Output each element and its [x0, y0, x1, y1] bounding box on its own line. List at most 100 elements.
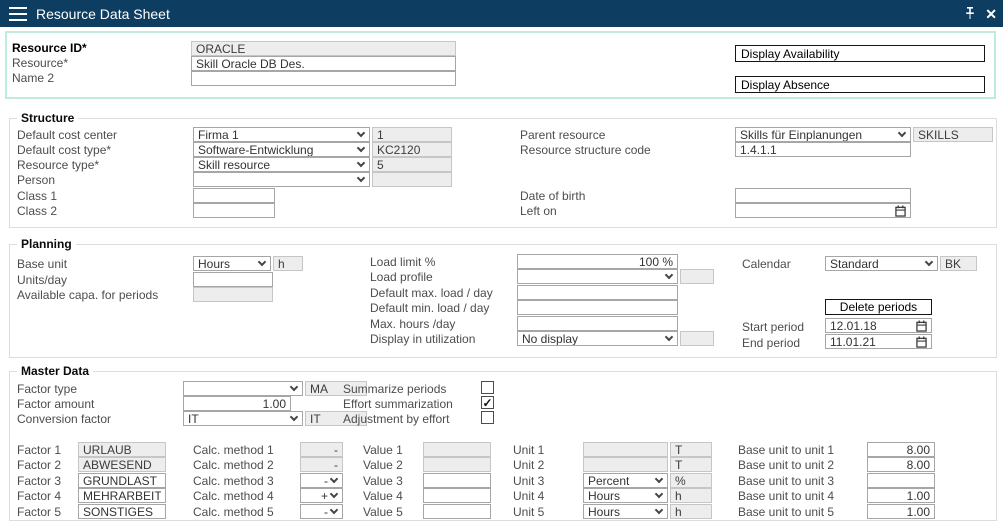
value5-field[interactable]: [423, 504, 491, 519]
check-icon: ✓: [482, 397, 492, 409]
unit5-select[interactable]: Hours: [583, 504, 668, 519]
resource-structure-code-field[interactable]: 1.4.1.1: [735, 142, 911, 157]
calendar-icon[interactable]: [895, 205, 906, 217]
summarize-periods-label: Summarize periods: [343, 382, 446, 396]
base-unit-to-unit2-field[interactable]: 8.00: [867, 457, 935, 472]
base-unit-to-unit1-field[interactable]: 8.00: [867, 442, 935, 457]
resource-type-label: Resource type*: [17, 158, 99, 172]
person-code: [372, 172, 452, 187]
effort-summarization-label: Effort summarization: [343, 397, 453, 411]
chevron-down-icon: [655, 506, 663, 514]
chevron-down-icon: [330, 490, 338, 498]
class2-label: Class 2: [17, 204, 57, 218]
load-profile-select[interactable]: [517, 269, 678, 284]
pushpin-icon[interactable]: [963, 6, 977, 21]
unit2-label: Unit 2: [513, 458, 544, 472]
planning-legend: Planning: [17, 237, 76, 251]
load-limit-label: Load limit %: [370, 255, 435, 269]
calendar-icon[interactable]: [916, 320, 927, 332]
base-unit-to-unit3-field[interactable]: [867, 473, 935, 488]
name2-field[interactable]: [191, 71, 456, 86]
factor5-name-field[interactable]: SONSTIGES: [78, 504, 166, 519]
chevron-down-icon: [655, 475, 663, 483]
end-period-field[interactable]: 11.01.21: [825, 334, 932, 349]
parent-resource-label: Parent resource: [520, 128, 605, 142]
resource-name-field[interactable]: Skill Oracle DB Des.: [191, 56, 456, 71]
calendar-select[interactable]: Standard: [825, 256, 938, 271]
conversion-factor-select[interactable]: IT: [183, 411, 303, 426]
base-unit-to-unit4-field[interactable]: 1.00: [867, 488, 935, 503]
max-hours-field[interactable]: [517, 316, 678, 331]
base-unit-to-unit2-label: Base unit to unit 2: [738, 458, 834, 472]
default-cost-center-code: 1: [372, 127, 452, 142]
effort-summarization-checkbox[interactable]: ✓: [481, 396, 494, 409]
base-unit-label: Base unit: [17, 257, 67, 271]
display-in-utilization-select[interactable]: No display: [517, 331, 678, 346]
calc-method2-field: -: [300, 457, 343, 472]
adjustment-by-effort-checkbox[interactable]: [481, 411, 494, 424]
chevron-down-icon: [290, 383, 298, 391]
base-unit-to-unit1-label: Base unit to unit 1: [738, 443, 834, 457]
unit2-code: T: [670, 457, 712, 472]
summarize-periods-checkbox[interactable]: [481, 381, 494, 394]
unit4-select[interactable]: Hours: [583, 488, 668, 503]
calendar-icon[interactable]: [916, 336, 927, 348]
menu-icon[interactable]: [9, 7, 27, 21]
date-of-birth-field[interactable]: [735, 188, 911, 203]
base-unit-to-unit5-label: Base unit to unit 5: [738, 505, 834, 519]
factor-type-select[interactable]: [183, 381, 303, 396]
factor3-name-field[interactable]: GRUNDLAST: [78, 473, 166, 488]
default-cost-type-select[interactable]: Software-Entwicklung: [193, 142, 370, 157]
display-absence-button[interactable]: Display Absence: [735, 76, 985, 93]
unit3-select[interactable]: Percent: [583, 473, 668, 488]
title-bar: Resource Data Sheet ✕: [0, 0, 1003, 27]
start-period-field[interactable]: 12.01.18: [825, 318, 932, 333]
chevron-down-icon: [925, 258, 933, 266]
chevron-down-icon: [357, 174, 365, 182]
parent-resource-select[interactable]: Skills für Einplanungen: [735, 127, 911, 142]
calc-method3-select[interactable]: -: [300, 473, 343, 488]
base-unit-to-unit5-field[interactable]: 1.00: [867, 504, 935, 519]
parent-resource-code: SKILLS: [913, 127, 993, 142]
unit1-code: T: [670, 442, 712, 457]
close-icon[interactable]: ✕: [985, 7, 997, 21]
master-data-legend: Master Data: [17, 364, 93, 378]
left-on-field[interactable]: [735, 203, 911, 218]
value4-field[interactable]: [423, 488, 491, 503]
display-in-utilization-code: [680, 331, 714, 346]
calc-method1-field: -: [300, 442, 343, 457]
default-min-load-field[interactable]: [517, 300, 678, 315]
calc-method5-select[interactable]: -: [300, 504, 343, 519]
display-availability-button[interactable]: Display Availability: [735, 45, 985, 62]
value1-field: [423, 442, 491, 457]
value3-field[interactable]: [423, 473, 491, 488]
unit5-code: h: [670, 504, 712, 519]
value5-label: Value 5: [363, 505, 403, 519]
class1-field[interactable]: [193, 188, 275, 203]
value2-field: [423, 457, 491, 472]
base-unit-select[interactable]: Hours: [193, 256, 271, 271]
chevron-down-icon: [357, 129, 365, 137]
load-limit-field[interactable]: 100 %: [517, 254, 678, 269]
default-cost-center-select[interactable]: Firma 1: [193, 127, 370, 142]
value2-label: Value 2: [363, 458, 403, 472]
default-max-load-field[interactable]: [517, 285, 678, 300]
class2-field[interactable]: [193, 203, 275, 218]
factor1-label: Factor 1: [17, 443, 61, 457]
units-day-field[interactable]: [193, 272, 273, 287]
chevron-down-icon: [357, 159, 365, 167]
calc-method2-label: Calc. method 2: [193, 458, 274, 472]
chevron-down-icon: [655, 490, 663, 498]
factor4-name-field[interactable]: MEHRARBEIT: [78, 488, 166, 503]
person-select[interactable]: [193, 172, 370, 187]
chevron-down-icon: [357, 144, 365, 152]
load-profile-code: [680, 269, 714, 284]
base-unit-to-unit4-label: Base unit to unit 4: [738, 489, 834, 503]
default-max-load-label: Default max. load / day: [370, 286, 493, 300]
resource-type-select[interactable]: Skill resource: [193, 157, 370, 172]
factor-amount-field[interactable]: 1.00: [183, 396, 291, 411]
delete-periods-button[interactable]: Delete periods: [825, 299, 932, 315]
units-day-label: Units/day: [17, 273, 67, 287]
factor3-label: Factor 3: [17, 474, 61, 488]
calc-method4-select[interactable]: +: [300, 488, 343, 503]
